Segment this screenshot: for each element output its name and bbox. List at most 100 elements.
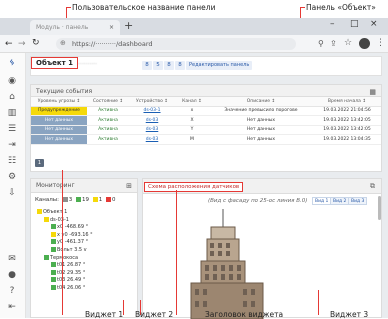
column-header[interactable]: Канал ↕ [175,97,209,107]
time-cell: 19.03.2022 21:04:56 [313,106,381,116]
login-icon[interactable]: ⇥ [6,139,18,151]
panel-chip-1[interactable]: 8 [142,61,152,70]
app-logo-icon[interactable]: ᛃ [6,57,18,69]
status-swatch [51,224,56,230]
tree-item[interactable]: Вольт 3.5 v [37,246,131,255]
status-swatch [44,254,49,260]
sliders-icon[interactable]: ☷ [6,155,18,167]
tree-view-icon[interactable]: ⊞ [126,182,132,190]
view-tab-3[interactable]: Вид 3 [348,197,368,205]
back-arrow-icon[interactable]: ← [5,39,13,49]
list-icon[interactable]: ☰ [6,123,18,135]
device-link[interactable]: ds-03 [129,115,175,126]
mail-icon[interactable]: ✉ [6,253,18,265]
legend-count-gray: 3 [68,197,73,203]
profile-avatar[interactable] [359,38,370,49]
table-row[interactable]: Нет данных Активна ds-03 Y Нет данных 19… [31,125,381,135]
close-window-button[interactable]: × [370,19,378,29]
tree-item[interactable]: t02 29.35 ° [37,269,131,278]
zoom-icon[interactable]: ⚲ [318,39,324,48]
edit-panel-button[interactable]: Редактировать панель [186,61,253,70]
tree-item[interactable]: Объект 1 [37,209,131,217]
status-swatch [51,284,56,290]
tab-close-icon[interactable]: × [109,24,114,31]
column-header[interactable]: Описание ↕ [209,97,313,107]
minimize-button[interactable]: – [330,19,335,29]
fullscreen-icon[interactable]: ⧉ [370,182,375,191]
settings-gear-icon[interactable]: ⚙ [6,171,18,183]
column-header[interactable]: Уровень угрозы ↕ [31,97,87,107]
description-cell: Нет данных [209,125,313,135]
monitoring-widget-title: Мониторинг [36,182,75,189]
legend-gray-swatch [62,197,68,202]
status-swatch [51,269,56,275]
logout-icon[interactable]: ⇤ [6,301,18,313]
bookmark-star-icon[interactable]: ☆ [344,38,352,48]
reload-icon[interactable]: ↻ [32,38,40,48]
help-icon[interactable]: ? [6,285,18,297]
threat-level-cell: Нет данных [31,125,87,135]
legend-count-red: 0 [111,197,116,203]
tower-top [210,226,236,240]
tree-item[interactable]: t03 26.49 ° [37,277,131,285]
monitoring-widget: Мониторинг ⊞ Каналы: 3 19 1 0 Объект 1 d… [30,178,138,318]
column-header[interactable]: Устройство ↕ [129,97,175,107]
browser-tab[interactable]: Модуль · панель × [30,20,120,35]
view-tab-2[interactable]: Вид 2 [330,197,350,205]
events-table-header-row: Уровень угрозы ↕ Состояние ↕ Устройство … [31,97,381,107]
threat-level-cell: Нет данных [31,115,87,126]
panel-chip-4[interactable]: 8 [175,61,185,70]
panel-chip-2[interactable]: 5 [153,61,163,70]
annotation-custom-panel-name: Пользовательское название панели [66,3,215,12]
map-pin-icon[interactable]: ◉ [6,75,18,87]
browser-tab-title: Модуль · панель [36,24,89,31]
panel-title: Объект 1 [31,57,78,69]
legend-green-swatch [75,197,81,202]
tree-item[interactable]: x0 -468.69 ° [37,224,131,232]
diagram-scrollbar[interactable] [378,196,381,220]
channel-cell: X [175,115,209,126]
description-cell: Нет данных [209,115,313,126]
pagination-page-1[interactable]: 1 [35,159,44,167]
table-row[interactable]: Нет данных Активна ds-03 M Нет данных 19… [31,134,381,145]
tree-item[interactable]: t04 26.06 ° [37,284,131,293]
device-link[interactable]: ds-03 [129,125,175,135]
tree-item[interactable]: Термокоса [37,254,131,263]
forward-arrow-icon[interactable]: → [18,39,26,49]
maximize-button[interactable]: □ [350,19,359,29]
tree-item[interactable]: t01 26.87 ° [37,262,131,270]
status-swatch [51,277,56,283]
status-swatch [51,262,56,268]
panel-chip-3[interactable]: 8 [164,61,174,70]
column-header[interactable]: Состояние ↕ [87,97,129,107]
device-link[interactable]: ds-03 [129,134,175,145]
browser-menu-icon[interactable]: ⋮ [376,38,385,48]
status-swatch [37,209,42,214]
building-schematic [190,209,264,319]
monitoring-widget-header: Мониторинг ⊞ [31,179,137,193]
tree-item[interactable]: ds-03-1 [37,216,131,225]
bar-chart-icon[interactable]: ▥ [6,107,18,119]
events-widget-header: Текущие события ▦ [31,85,381,97]
url-field[interactable]: https://··········/dashboard [56,38,296,50]
table-row[interactable]: Предупреждение Активна ds-03-1 x Значени… [31,106,381,116]
view-tab-1[interactable]: Вид 1 [312,197,332,205]
device-link[interactable]: ds-03-1 [129,106,175,116]
lock-icon[interactable]: ⊕ [60,39,66,47]
home-icon[interactable]: ⌂ [6,91,18,103]
tree-item[interactable]: y0 -461.37 ° [37,239,131,247]
share-icon[interactable]: ⇪ [330,39,337,48]
calendar-icon[interactable]: ▦ [369,88,376,96]
status-swatch [51,239,56,245]
threat-level-cell: Нет данных [31,134,87,145]
tower-mid [206,238,240,262]
channel-cell: x [175,106,209,116]
new-tab-button[interactable]: + [124,19,133,32]
user-icon[interactable]: ● [6,269,18,281]
table-row[interactable]: Нет данных Активна ds-03 X Нет данных 19… [31,115,381,126]
state-cell: Активна [87,134,129,145]
tree-item[interactable]: x y0 -693.16 ° [37,231,131,240]
column-header[interactable]: Время начала ↕ [313,97,381,107]
signal-icon[interactable]: ⇩ [6,187,18,199]
time-cell: 19.03.2022 13:42:05 [313,125,381,135]
